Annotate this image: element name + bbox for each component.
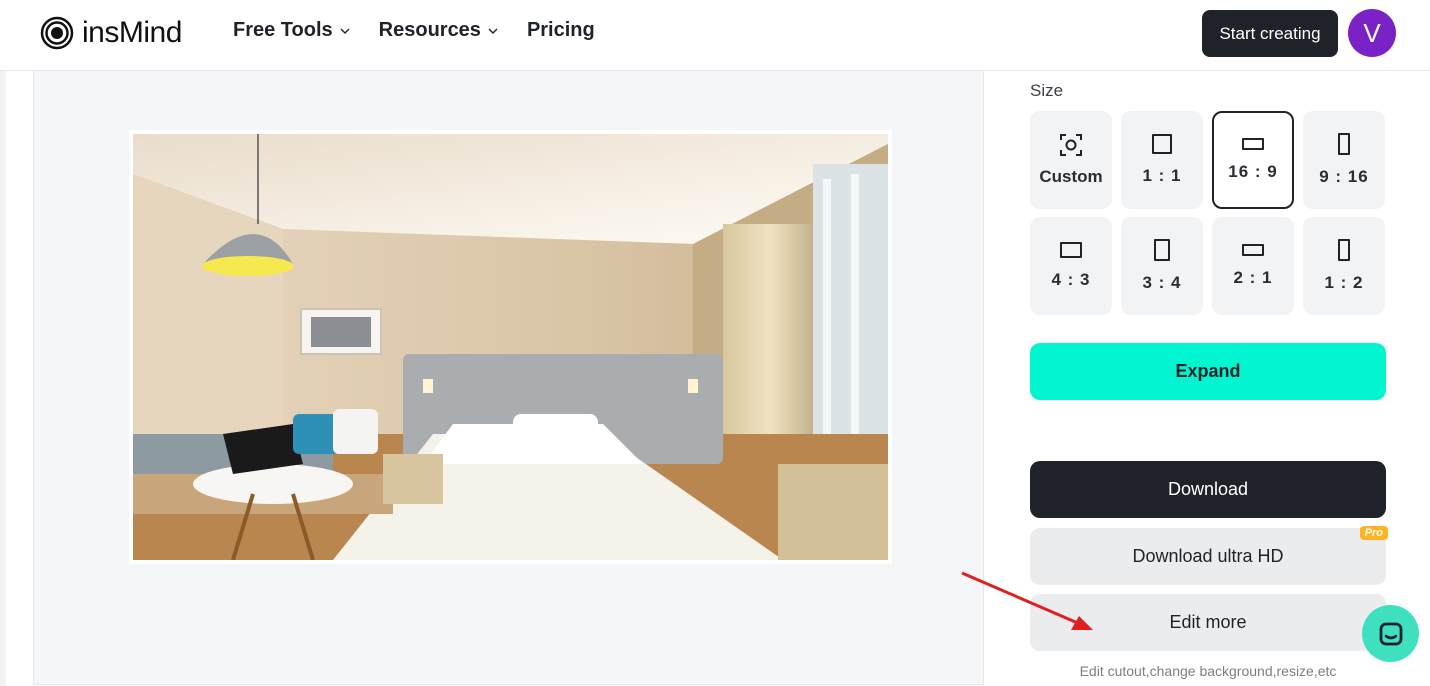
- download-button[interactable]: Download: [1030, 461, 1386, 518]
- landscape-wide-icon: [1242, 138, 1264, 150]
- canvas-area: [33, 71, 984, 685]
- size-option-label: Custom: [1039, 167, 1103, 186]
- start-creating-button[interactable]: Start creating: [1202, 10, 1338, 57]
- chevron-down-icon: [340, 28, 350, 34]
- logo-spiral-icon: [40, 16, 74, 50]
- size-option-2-1[interactable]: 2 : 1: [1212, 217, 1294, 315]
- portrait-tall-icon: [1338, 133, 1350, 155]
- size-option-label: 2 : 1: [1233, 268, 1273, 287]
- custom-frame-icon: [1060, 134, 1082, 156]
- size-option-label: 4 : 3: [1051, 270, 1091, 289]
- chevron-down-icon: [488, 28, 498, 34]
- nav-resources[interactable]: Resources: [379, 19, 499, 42]
- size-option-label: 16 : 9: [1228, 162, 1278, 181]
- size-option-1-1[interactable]: 1 : 1: [1121, 111, 1203, 209]
- left-scroll-strip: [0, 71, 6, 686]
- size-option-4-3[interactable]: 4 : 3: [1030, 217, 1112, 315]
- size-options-grid: Custom 1 : 1 16 : 9 9 : 16 4 : 3 3 : 4 2…: [1030, 111, 1385, 315]
- size-option-label: 1 : 2: [1324, 273, 1364, 292]
- expand-button[interactable]: Expand: [1030, 343, 1386, 400]
- download-ultra-hd-label: Download ultra HD: [1132, 546, 1284, 566]
- landscape-wide-icon: [1242, 244, 1264, 256]
- user-avatar[interactable]: V: [1348, 9, 1396, 57]
- size-section-label: Size: [1030, 81, 1064, 100]
- chat-support-button[interactable]: [1362, 605, 1419, 662]
- size-option-9-16[interactable]: 9 : 16: [1303, 111, 1385, 209]
- size-option-label: 1 : 1: [1142, 166, 1182, 185]
- chat-icon: [1379, 622, 1402, 645]
- size-option-1-2[interactable]: 1 : 2: [1303, 217, 1385, 315]
- logo-text: insMind: [82, 16, 182, 49]
- portrait-icon: [1154, 239, 1170, 261]
- nav-resources-label: Resources: [378, 19, 481, 41]
- size-option-label: 3 : 4: [1142, 273, 1182, 292]
- main-nav: Free Tools Resources Pricing: [233, 19, 595, 42]
- nav-free-tools[interactable]: Free Tools: [233, 19, 351, 42]
- crop-corner-bottom-right[interactable]: [867, 539, 892, 564]
- nav-free-tools-label: Free Tools: [233, 19, 333, 41]
- pro-badge: Pro: [1359, 526, 1388, 540]
- expand-frame[interactable]: [129, 130, 892, 564]
- edit-more-hint: Edit cutout,change background,resize,etc: [1079, 663, 1337, 679]
- landscape-icon: [1060, 242, 1082, 258]
- size-option-3-4[interactable]: 3 : 4: [1121, 217, 1203, 315]
- top-header: insMind Free Tools Resources Pricing Sta…: [0, 0, 1430, 71]
- bedroom-illustration: [133, 134, 888, 560]
- size-option-label: 9 : 16: [1319, 167, 1369, 186]
- square-icon: [1152, 134, 1172, 154]
- portrait-tall-icon: [1338, 239, 1350, 261]
- insmind-logo[interactable]: insMind: [40, 13, 182, 53]
- size-option-custom[interactable]: Custom: [1030, 111, 1112, 209]
- nav-pricing-label: Pricing: [526, 19, 595, 41]
- crop-corner-top-left[interactable]: [129, 130, 154, 155]
- nav-pricing[interactable]: Pricing: [527, 19, 595, 42]
- crop-corner-bottom-left[interactable]: [129, 539, 154, 564]
- bedroom-photo: [133, 134, 888, 560]
- size-option-16-9[interactable]: 16 : 9: [1212, 111, 1294, 209]
- crop-corner-top-right[interactable]: [867, 130, 892, 155]
- red-arrow-annotation: [961, 571, 1093, 630]
